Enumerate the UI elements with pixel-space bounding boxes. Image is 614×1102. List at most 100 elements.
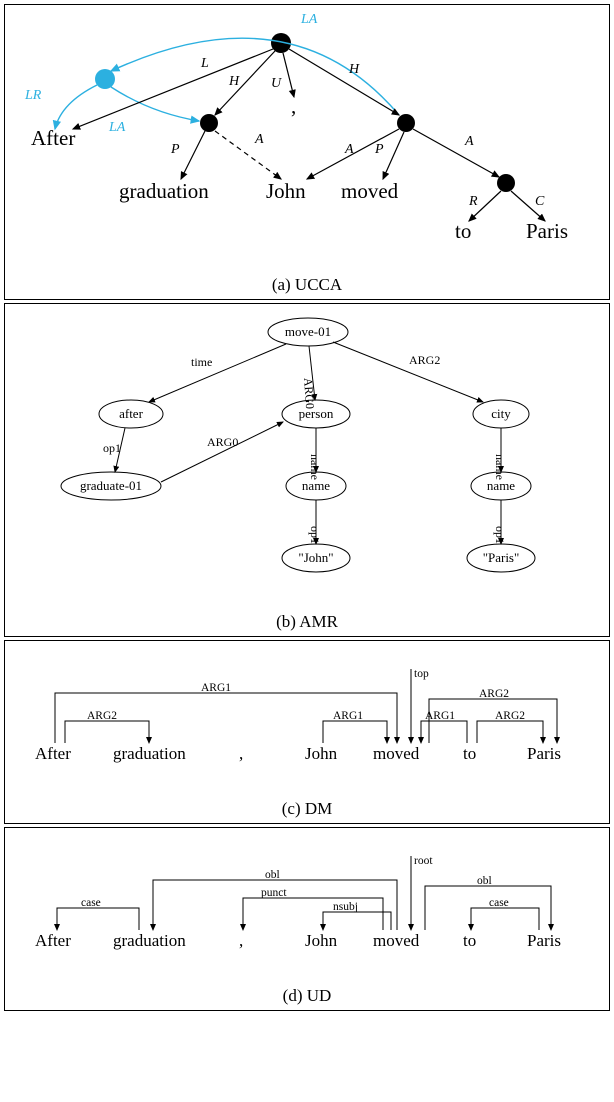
amr-node-graduate: graduate-01 xyxy=(61,472,161,500)
ucca-label-la2: LA xyxy=(108,120,126,135)
panel-ud: After graduation , John moved to Paris r… xyxy=(4,827,610,1011)
panel-dm: After graduation , John moved to Paris t… xyxy=(4,640,610,824)
ucca-label-a1: A xyxy=(254,132,264,147)
ucca-edge-h2 xyxy=(289,49,399,115)
ucca-edge-u xyxy=(283,53,294,97)
svg-text:"John": "John" xyxy=(298,550,333,565)
amr-diagram: move-01 after person city graduate-01 na… xyxy=(11,312,605,608)
dm-word-paris: Paris xyxy=(527,744,561,763)
ucca-label-la-top: LA xyxy=(300,13,318,27)
ucca-edge-a-dashed xyxy=(215,131,281,179)
ucca-label-h2: H xyxy=(348,62,360,77)
amr-label-arg0: ARG0 xyxy=(301,377,317,409)
ud-caption: (d) UD xyxy=(11,986,603,1006)
svg-text:graduate-01: graduate-01 xyxy=(80,478,142,493)
dm-edge-arg1b xyxy=(323,721,387,743)
ucca-label-p2: P xyxy=(374,142,384,157)
amr-label-op1a: op1 xyxy=(103,441,121,455)
dm-label-arg2b: ARG2 xyxy=(479,688,509,700)
ucca-word-paris: Paris xyxy=(526,219,568,243)
ucca-word-after: After xyxy=(31,126,75,150)
dm-edge-arg2a xyxy=(65,721,149,743)
ud-edge-case2 xyxy=(471,908,539,930)
ud-label-nsubj: nsubj xyxy=(333,901,358,913)
ud-edge-punct xyxy=(243,898,383,930)
ucca-edge-l xyxy=(73,49,273,129)
dm-label-arg2a: ARG2 xyxy=(87,710,117,722)
amr-edge-arg2 xyxy=(333,342,483,402)
amr-edge-arg0b xyxy=(161,422,283,482)
ud-label-case2: case xyxy=(489,897,509,909)
ucca-word-to: to xyxy=(455,219,471,243)
dm-word-john: John xyxy=(305,744,338,763)
dm-word-moved: moved xyxy=(373,744,420,763)
ucca-label-p1: P xyxy=(170,142,180,157)
svg-text:"Paris": "Paris" xyxy=(483,550,520,565)
ud-label-obl1: obl xyxy=(265,869,280,881)
amr-caption: (b) AMR xyxy=(11,612,603,632)
ud-edge-nsubj xyxy=(323,912,391,930)
svg-text:city: city xyxy=(491,406,511,421)
ucca-word-moved: moved xyxy=(341,179,399,203)
dm-word-comma: , xyxy=(239,744,243,763)
ucca-label-r: R xyxy=(468,194,478,209)
ud-label-obl2: obl xyxy=(477,875,492,887)
svg-text:after: after xyxy=(119,406,143,421)
ud-edge-case1 xyxy=(57,908,139,930)
amr-node-after: after xyxy=(99,400,163,428)
ucca-label-a2: A xyxy=(344,142,354,157)
amr-label-arg0b: ARG0 xyxy=(207,435,238,449)
ud-label-punct: punct xyxy=(261,887,287,899)
dm-word-after: After xyxy=(35,744,71,763)
panel-amr: move-01 after person city graduate-01 na… xyxy=(4,303,610,637)
dm-label-arg1c: ARG1 xyxy=(425,710,455,722)
ucca-node-to-paris xyxy=(497,174,515,192)
ucca-edge-p2 xyxy=(383,132,404,179)
ud-word-to: to xyxy=(463,931,476,950)
amr-label-name-a: name xyxy=(308,454,322,480)
amr-node-city: city xyxy=(473,400,529,428)
panel-ucca: After graduation John , moved to Paris L… xyxy=(4,4,610,300)
ucca-label-l: L xyxy=(200,56,209,71)
svg-text:move-01: move-01 xyxy=(285,324,331,339)
ud-word-moved: moved xyxy=(373,931,420,950)
dm-label-top: top xyxy=(414,668,429,680)
ucca-edge-a3 xyxy=(413,129,499,177)
dm-word-to: to xyxy=(463,744,476,763)
ucca-node-graduation xyxy=(200,114,218,132)
amr-label-arg2: ARG2 xyxy=(409,353,440,367)
ucca-label-lr: LR xyxy=(24,88,42,103)
dm-label-arg2c: ARG2 xyxy=(495,710,525,722)
ucca-word-comma: , xyxy=(291,94,296,118)
svg-text:name: name xyxy=(487,478,515,493)
amr-label-name-b: name xyxy=(493,454,507,480)
ucca-label-u: U xyxy=(271,76,282,91)
amr-label-op1b: op1 xyxy=(308,526,322,544)
ucca-edge-la2 xyxy=(111,87,199,121)
ucca-label-c: C xyxy=(535,194,545,209)
ucca-word-graduation: graduation xyxy=(119,179,209,203)
ud-diagram: After graduation , John moved to Paris r… xyxy=(11,836,605,982)
dm-caption: (c) DM xyxy=(11,799,603,819)
dm-edge-arg2c xyxy=(477,721,543,743)
amr-node-paris: "Paris" xyxy=(467,544,535,572)
ud-word-john: John xyxy=(305,931,338,950)
ucca-label-h1: H xyxy=(228,74,240,89)
ucca-edge-p1 xyxy=(181,131,205,179)
dm-diagram: After graduation , John moved to Paris t… xyxy=(11,649,605,795)
dm-word-graduation: graduation xyxy=(113,744,186,763)
ud-word-comma: , xyxy=(239,931,243,950)
ud-word-after: After xyxy=(35,931,71,950)
amr-label-time: time xyxy=(191,355,212,369)
svg-text:name: name xyxy=(302,478,330,493)
dm-label-arg1b: ARG1 xyxy=(333,710,363,722)
amr-node-john: "John" xyxy=(282,544,350,572)
ucca-diagram: After graduation John , moved to Paris L… xyxy=(11,13,605,271)
ud-word-paris: Paris xyxy=(527,931,561,950)
ucca-label-a3: A xyxy=(464,134,474,149)
ud-label-case1: case xyxy=(81,897,101,909)
amr-node-move: move-01 xyxy=(268,318,348,346)
ucca-node-moved xyxy=(397,114,415,132)
ucca-word-john: John xyxy=(266,179,306,203)
ucca-implicit-node xyxy=(95,69,115,89)
